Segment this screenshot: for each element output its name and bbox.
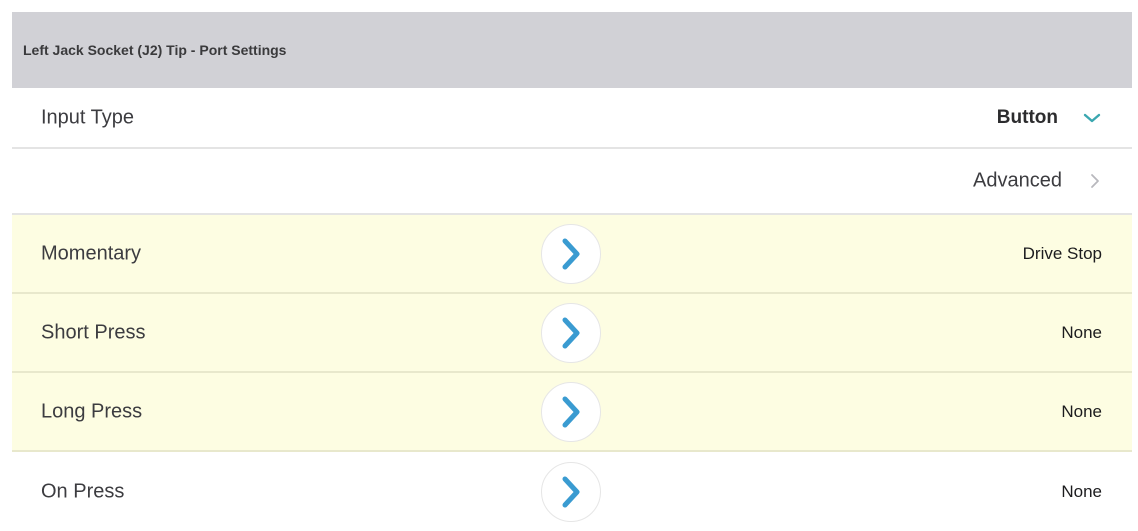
action-arrow-button[interactable] bbox=[541, 381, 601, 442]
action-label: Momentary bbox=[41, 242, 142, 264]
action-arrow-button[interactable] bbox=[541, 461, 601, 522]
chevron-down-icon[interactable] bbox=[1082, 111, 1102, 125]
section-title: Left Jack Socket (J2) Tip - Port Setting… bbox=[23, 42, 287, 58]
chevron-right-icon bbox=[562, 476, 580, 507]
action-label: Short Press bbox=[41, 321, 146, 343]
advanced-row[interactable]: Advanced bbox=[12, 149, 1132, 215]
action-row-momentary[interactable]: Momentary Drive Stop bbox=[12, 215, 1132, 294]
action-value: None bbox=[1061, 401, 1102, 421]
action-label: Long Press bbox=[41, 400, 143, 422]
top-margin bbox=[0, 0, 1138, 12]
input-type-row[interactable]: Input Type Button bbox=[12, 88, 1132, 149]
action-row-long-press[interactable]: Long Press None bbox=[12, 373, 1132, 452]
advanced-label: Advanced bbox=[973, 169, 1062, 192]
right-margin bbox=[1132, 0, 1138, 522]
chevron-right-icon bbox=[562, 317, 580, 348]
action-label: On Press bbox=[41, 480, 125, 502]
chevron-right-icon bbox=[562, 238, 580, 269]
action-value: None bbox=[1061, 481, 1102, 501]
action-arrow-button[interactable] bbox=[541, 223, 601, 284]
chevron-right-icon bbox=[562, 396, 580, 427]
action-row-on-press[interactable]: On Press None bbox=[12, 452, 1132, 531]
action-value: None bbox=[1061, 322, 1102, 342]
chevron-right-icon bbox=[1091, 174, 1099, 188]
input-type-value[interactable]: Button bbox=[997, 107, 1058, 129]
input-type-label: Input Type bbox=[41, 106, 135, 128]
action-row-short-press[interactable]: Short Press None bbox=[12, 294, 1132, 373]
action-value: Drive Stop bbox=[1022, 243, 1102, 263]
action-arrow-button[interactable] bbox=[541, 302, 601, 363]
